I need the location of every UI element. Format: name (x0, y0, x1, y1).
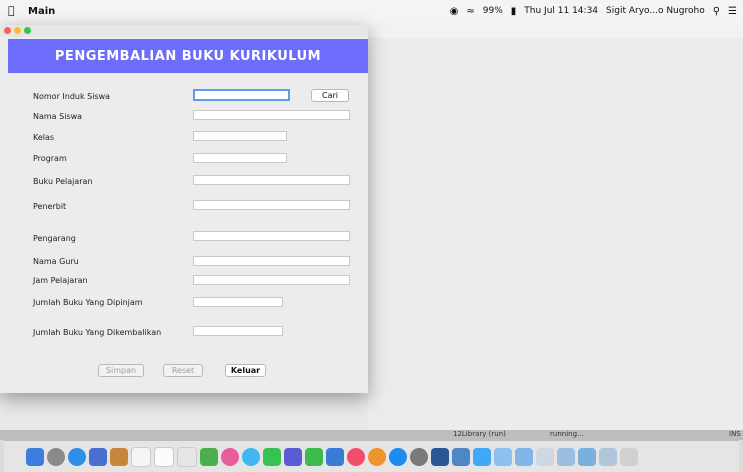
notes-book-icon[interactable] (110, 447, 128, 466)
clock[interactable]: Thu Jul 11 14:34 (524, 6, 598, 16)
save-button[interactable]: Simpan (98, 364, 144, 377)
numbers-icon[interactable] (305, 447, 323, 466)
input-buku-pelajaran[interactable] (193, 175, 350, 185)
zoom-window-button[interactable] (24, 27, 31, 34)
battery-icon[interactable]: ▮ (511, 6, 517, 17)
search-icon[interactable]: ⚲ (713, 6, 720, 17)
search-button[interactable]: Cari (311, 89, 349, 102)
insert-mode-indicator: INS (729, 430, 741, 438)
word-icon[interactable] (431, 447, 449, 466)
apple-icon[interactable]:  (8, 5, 18, 17)
user-name[interactable]: Sigit Aryo...o Nugroho (606, 6, 705, 16)
label-penerbit: Penerbit (33, 202, 67, 211)
label-program: Program (33, 154, 67, 163)
return-books-window: PENGEMBALIAN BUKU KURIKULUM Nomor Induk … (0, 25, 368, 393)
safari-icon[interactable] (68, 447, 86, 466)
label-nomor-induk: Nomor Induk Siswa (33, 92, 111, 101)
calendar-icon[interactable] (131, 446, 151, 467)
label-jam-pelajaran: Jam Pelajaran (33, 276, 88, 285)
pages-icon[interactable] (326, 447, 344, 466)
facetime-icon[interactable] (263, 447, 281, 466)
trash-icon[interactable] (620, 447, 638, 466)
input-penerbit[interactable] (193, 200, 350, 210)
documents-stack-icon[interactable] (557, 447, 575, 466)
status-menu-area: ◉ ≈ 99% ▮ Thu Jul 11 14:34 Sigit Aryo...… (450, 0, 737, 22)
keynote-icon[interactable] (284, 447, 302, 466)
photos-icon[interactable] (221, 447, 239, 466)
window-titlebar (0, 25, 368, 37)
ide-status-bar: 12Library (run) running... INS (0, 430, 743, 440)
list-icon[interactable]: ☰ (728, 6, 737, 17)
exit-button[interactable]: Keluar (225, 364, 266, 377)
input-nama-guru[interactable] (193, 256, 350, 266)
input-jam-pelajaran[interactable] (193, 275, 350, 285)
label-jumlah-dipinjam: Jumlah Buku Yang Dipinjam (33, 298, 143, 307)
ide-editor-area (368, 38, 743, 430)
label-buku-pelajaran: Buku Pelajaran (33, 177, 93, 186)
run-project-label[interactable]: 12Library (run) (453, 430, 506, 438)
messages-icon[interactable] (242, 447, 260, 466)
wifi-icon[interactable]: ≈ (466, 6, 474, 17)
input-program[interactable] (193, 153, 287, 163)
netbeans-icon[interactable] (452, 447, 470, 466)
input-kelas[interactable] (193, 131, 287, 141)
label-kelas: Kelas (33, 133, 55, 142)
notes-icon[interactable] (154, 446, 174, 467)
reset-button[interactable]: Reset (163, 364, 203, 377)
system-preferences-icon[interactable] (410, 447, 428, 466)
contacts-icon[interactable] (89, 447, 107, 466)
close-window-button[interactable] (4, 27, 11, 34)
input-nama-siswa[interactable] (193, 110, 350, 120)
dock (4, 440, 739, 472)
downloads-icon[interactable] (515, 447, 533, 466)
utility-icon[interactable] (494, 447, 512, 466)
recent-items-icon[interactable] (578, 447, 596, 466)
finder-icon[interactable] (26, 447, 44, 466)
run-state-label: running... (550, 430, 584, 438)
launchpad-icon[interactable] (47, 447, 65, 466)
screen-record-icon[interactable]: ◉ (450, 6, 459, 17)
input-pengarang[interactable] (193, 231, 350, 241)
music-icon[interactable] (347, 447, 365, 466)
folder-icon[interactable] (536, 447, 554, 466)
form-title-banner: PENGEMBALIAN BUKU KURIKULUM (8, 39, 368, 73)
label-jumlah-dikembalikan: Jumlah Buku Yang Dikembalikan (33, 328, 162, 337)
label-pengarang: Pengarang (33, 234, 76, 243)
minimize-window-button[interactable] (14, 27, 21, 34)
label-nama-guru: Nama Guru (33, 257, 79, 266)
menu-bar:  Main ◉ ≈ 99% ▮ Thu Jul 11 14:34 Sigit … (0, 0, 743, 23)
books-icon[interactable] (368, 447, 386, 466)
label-nama-siswa: Nama Siswa (33, 112, 83, 121)
app-store-icon[interactable] (389, 447, 407, 466)
input-nomor-induk[interactable] (193, 89, 290, 101)
reminders-icon[interactable] (177, 446, 197, 467)
battery-percentage[interactable]: 99% (483, 6, 503, 16)
maps-icon[interactable] (200, 447, 218, 466)
input-jumlah-dipinjam[interactable] (193, 297, 283, 307)
applications-icon[interactable] (599, 447, 617, 466)
app-menu-name[interactable]: Main (28, 6, 55, 17)
input-jumlah-dikembalikan[interactable] (193, 326, 283, 336)
preview-icon[interactable] (473, 447, 491, 466)
